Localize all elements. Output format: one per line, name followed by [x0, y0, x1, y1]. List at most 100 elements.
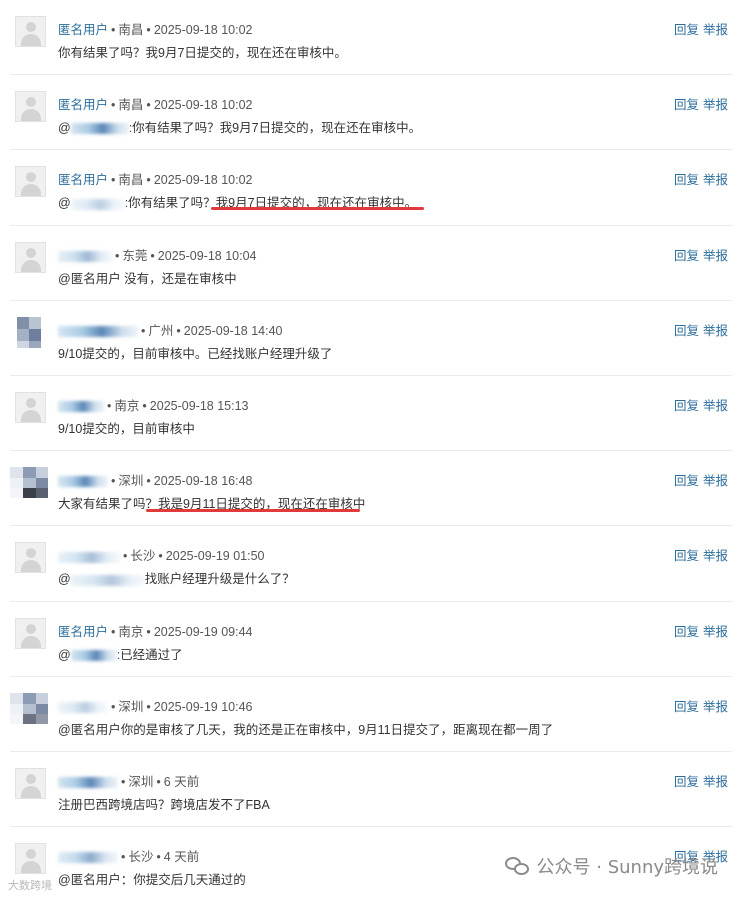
avatar[interactable]: [10, 467, 48, 499]
comment-meta: 匿名用户 • 南京 • 2025-09-19 09:44: [58, 624, 253, 639]
report-button[interactable]: 举报: [703, 324, 728, 338]
reply-button[interactable]: 回复: [674, 549, 699, 563]
comment-text: @匿名用户你的是审核了几天，我的还是正在审核中，9月11日提交了，距离现在都一周…: [58, 722, 554, 737]
location: 长沙: [128, 850, 154, 865]
timestamp: 2025-09-18 15:13: [149, 398, 249, 413]
comment-item: • 长沙 • 2025-09-19 01:50 @ 找账户经理升级是什么了？ 回复 举报: [0, 526, 742, 602]
report-button[interactable]: 举报: [703, 549, 728, 563]
avatar[interactable]: [15, 166, 46, 198]
blurred-username[interactable]: [58, 551, 120, 563]
report-button[interactable]: 举报: [703, 474, 728, 488]
comment-meta: • 深圳 • 2025-09-18 16:48: [58, 470, 253, 489]
avatar[interactable]: [15, 91, 46, 123]
highlight-underline: [146, 509, 360, 513]
location: 长沙: [130, 549, 156, 564]
reply-button[interactable]: 回复: [674, 700, 699, 714]
blurred-username[interactable]: [58, 777, 118, 789]
mention-at[interactable]: @: [58, 121, 71, 135]
timestamp: 6 天前: [163, 774, 200, 789]
location: 广州: [148, 323, 174, 338]
reply-button[interactable]: 回复: [674, 23, 699, 37]
comment-text: 注册巴西跨境店吗？跨境店发不了FBA: [58, 797, 270, 812]
blurred-username[interactable]: [58, 401, 104, 413]
reply-button[interactable]: 回复: [674, 775, 699, 789]
location: 深圳: [128, 774, 154, 789]
comment-item: 匿名用户 • 南京 • 2025-09-19 09:44 @:已经通过了 回复 举报: [0, 602, 742, 677]
mention-at[interactable]: @: [58, 648, 71, 662]
comment-meta: • 长沙 • 2025-09-19 01:50: [58, 545, 265, 564]
comment-item: • 深圳 • 2025-09-18 16:48 大家有结果了吗？我是9月11日提交的，…: [0, 451, 742, 527]
wechat-icon: [504, 855, 531, 877]
report-button[interactable]: 举报: [703, 249, 728, 263]
blurred-username[interactable]: [58, 476, 108, 488]
timestamp: 2025-09-19 10:46: [153, 699, 253, 714]
comment-meta: • 深圳 • 6 天前: [58, 771, 199, 790]
reply-button[interactable]: 回复: [674, 249, 699, 263]
avatar[interactable]: [10, 692, 48, 724]
location: 南京: [114, 398, 140, 413]
comment-item: • 东莞 • 2025-09-18 10:04 @匿名用户 没有，还是在审核中 回复举…: [0, 226, 742, 301]
wechat-watermark: 公众号 · Sunny跨境说: [504, 853, 718, 879]
comment-meta: 匿名用户 • 南昌 • 2025-09-18 10:02: [58, 173, 253, 188]
avatar[interactable]: [15, 542, 46, 574]
blurred-mention: [70, 198, 125, 210]
blurred-username[interactable]: [58, 325, 138, 337]
report-button[interactable]: 举报: [703, 98, 728, 112]
watermark-text: 公众号 · Sunny跨境说: [536, 857, 718, 878]
report-button[interactable]: 举报: [703, 399, 728, 413]
comment-meta: • 广州 • 2025-09-18 14:40: [58, 320, 283, 339]
reply-button[interactable]: 回复: [674, 98, 699, 112]
highlight-underline: [211, 207, 424, 211]
blurred-username[interactable]: [58, 701, 108, 713]
username-link[interactable]: 匿名用户: [58, 98, 108, 112]
blurred-mention: [70, 123, 129, 135]
location: 南昌: [118, 23, 144, 37]
comment-item: • 南京 • 2025-09-18 15:13 9/10提交的，目前审核中 回复 举报: [0, 376, 742, 452]
avatar[interactable]: [15, 16, 46, 47]
avatar[interactable]: [15, 767, 46, 799]
location: 东莞: [122, 248, 148, 263]
timestamp: 2025-09-18 14:40: [183, 323, 283, 338]
username-link[interactable]: 匿名用户: [58, 173, 108, 187]
location: 南昌: [118, 98, 144, 113]
reply-button[interactable]: 回复: [674, 474, 699, 488]
blurred-username[interactable]: [58, 250, 112, 262]
timestamp: 2025-09-18 10:04: [157, 248, 257, 263]
username-link[interactable]: 匿名用户: [58, 625, 108, 639]
blurred-username[interactable]: [58, 852, 118, 864]
mention-at[interactable]: @: [58, 196, 71, 210]
avatar[interactable]: [15, 617, 46, 649]
location: 深圳: [118, 474, 144, 489]
comment-item: 匿名用户 • 南昌 • 2025-09-18 10:02 你有结果了吗？我9月7日提交的…: [0, 0, 742, 76]
report-button[interactable]: 举报: [703, 625, 728, 639]
avatar[interactable]: [15, 843, 46, 875]
mention-at[interactable]: @: [58, 572, 71, 586]
report-button[interactable]: 举报: [703, 173, 728, 187]
comment-item: • 广州 • 2025-09-18 14:40 9/10提交的，目前审核中。已经找账户…: [0, 301, 742, 377]
timestamp: 2025-09-18 10:02: [153, 173, 253, 188]
reply-button[interactable]: 回复: [674, 324, 699, 338]
comment-meta: • 南京 • 2025-09-18 15:13: [58, 395, 249, 414]
avatar[interactable]: [15, 316, 46, 348]
timestamp: 2025-09-18 16:48: [153, 474, 253, 489]
comment-text: 9/10提交的，目前审核中。已经找账户经理升级了: [58, 346, 333, 361]
report-button[interactable]: 举报: [703, 23, 728, 37]
reply-button[interactable]: 回复: [674, 173, 699, 187]
avatar[interactable]: [15, 241, 46, 273]
timestamp: 2025-09-18 10:02: [153, 23, 253, 37]
reply-button[interactable]: 回复: [674, 399, 699, 413]
location: 南昌: [118, 173, 144, 188]
comment-text: @:你有结果了吗？我9月7日提交的，现在还在审核中。: [58, 121, 422, 136]
blurred-mention: [70, 574, 145, 586]
avatar[interactable]: [15, 391, 46, 423]
username-link[interactable]: 匿名用户: [58, 23, 108, 37]
reply-button[interactable]: 回复: [674, 625, 699, 639]
comment-text: 9/10提交的，目前审核中: [58, 421, 195, 436]
timestamp: 2025-09-19 09:44: [153, 624, 253, 639]
timestamp: 2025-09-19 01:50: [165, 549, 265, 564]
comment-list: 匿名用户 • 南昌 • 2025-09-18 10:02 你有结果了吗？我9月7日提交的…: [0, 0, 742, 902]
report-button[interactable]: 举报: [703, 700, 728, 714]
report-button[interactable]: 举报: [703, 775, 728, 789]
comment-text: @匿名用户：你提交后几天通过的: [58, 873, 246, 888]
comment-item: • 深圳 • 2025-09-19 10:46 @匿名用户你的是审核了几天，我的还是正…: [0, 677, 742, 753]
